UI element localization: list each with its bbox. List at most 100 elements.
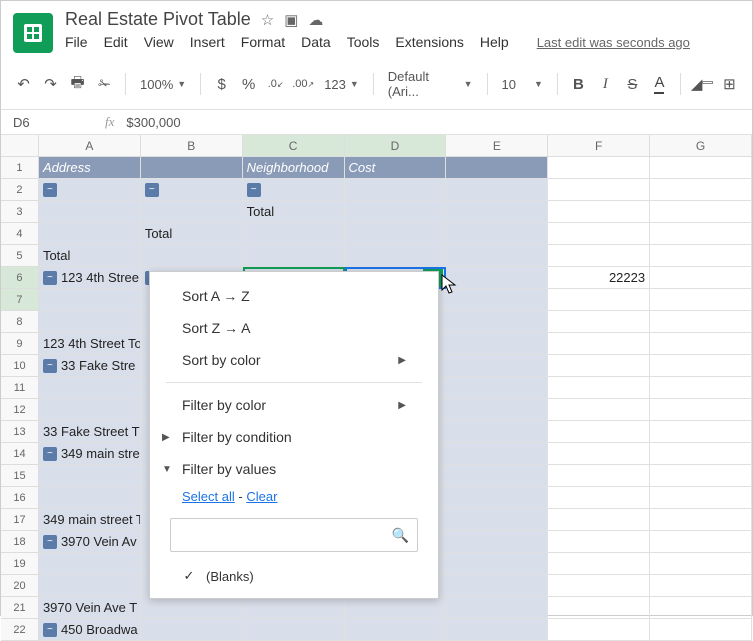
cloud-icon[interactable]: ☁ [308,11,323,29]
menu-tools[interactable]: Tools [347,34,380,50]
row-header-15[interactable]: 15 [1,465,39,487]
cell-C5[interactable] [243,245,345,267]
cell-E17[interactable] [446,509,548,531]
filter-search-input[interactable] [179,528,392,543]
sort-za-item[interactable]: Sort Z → A [150,312,438,344]
cell-A13[interactable]: 33 Fake Street T [39,421,141,443]
cell-A4[interactable] [39,223,141,245]
collapse-button[interactable]: − [145,183,159,197]
collapse-button[interactable]: − [43,271,57,285]
cell-F1[interactable] [548,157,650,179]
row-header-22[interactable]: 22 [1,619,39,641]
row-header-20[interactable]: 20 [1,575,39,597]
format-currency-button[interactable]: $ [211,73,232,95]
cell-F11[interactable] [548,377,650,399]
row-header-18[interactable]: 18 [1,531,39,553]
cell-A9[interactable]: 123 4th Street To [39,333,141,355]
cell-G9[interactable] [650,333,752,355]
formula-bar[interactable]: $300,000 [126,115,180,130]
cell-G10[interactable] [650,355,752,377]
font-select[interactable]: Default (Ari...▼ [384,67,477,101]
cell-F3[interactable] [548,201,650,223]
font-size-select[interactable]: 10▼ [498,75,547,94]
col-header-G[interactable]: G [650,135,752,157]
cell-G4[interactable] [650,223,752,245]
menu-file[interactable]: File [65,34,88,50]
cell-C3[interactable]: Total [243,201,345,223]
row-header-19[interactable]: 19 [1,553,39,575]
row-header-7[interactable]: 7 [1,289,39,311]
menu-format[interactable]: Format [241,34,285,50]
cell-E10[interactable] [446,355,548,377]
collapse-button[interactable]: − [43,183,57,197]
cell-E7[interactable] [446,289,548,311]
cell-A14[interactable]: −349 main stre [39,443,141,465]
cell-F15[interactable] [548,465,650,487]
row-header-16[interactable]: 16 [1,487,39,509]
menu-edit[interactable]: Edit [104,34,128,50]
cell-F13[interactable] [548,421,650,443]
cell-F19[interactable] [548,553,650,575]
row-header-3[interactable]: 3 [1,201,39,223]
more-formats-button[interactable]: 123▼ [320,75,363,94]
cell-E3[interactable] [446,201,548,223]
col-header-C[interactable]: C [243,135,345,157]
cell-A1[interactable]: Address [39,157,141,179]
row-header-11[interactable]: 11 [1,377,39,399]
star-icon[interactable]: ☆ [261,11,274,29]
cell-C2[interactable]: − [243,179,345,201]
cell-E22[interactable] [446,619,548,641]
cell-E11[interactable] [446,377,548,399]
cell-G2[interactable] [650,179,752,201]
sort-by-color-item[interactable]: Sort by color▶ [150,344,438,376]
row-header-14[interactable]: 14 [1,443,39,465]
cell-A3[interactable] [39,201,141,223]
cell-B5[interactable] [141,245,243,267]
cell-G16[interactable] [650,487,752,509]
cell-A2[interactable]: − [39,179,141,201]
collapse-button[interactable]: − [43,359,57,373]
row-header-17[interactable]: 17 [1,509,39,531]
cell-F10[interactable] [548,355,650,377]
cell-G18[interactable] [650,531,752,553]
cell-G20[interactable] [650,575,752,597]
col-header-E[interactable]: E [446,135,548,157]
cell-E16[interactable] [446,487,548,509]
collapse-button[interactable]: − [247,183,261,197]
cell-G6[interactable] [650,267,752,289]
cell-B3[interactable] [141,201,243,223]
cell-B22[interactable] [141,619,243,641]
row-header-13[interactable]: 13 [1,421,39,443]
cell-A10[interactable]: −33 Fake Stre [39,355,141,377]
cell-C22[interactable] [243,619,345,641]
row-header-4[interactable]: 4 [1,223,39,245]
cell-D1[interactable]: Cost [345,157,447,179]
name-box[interactable]: D6 [13,115,93,130]
collapse-button[interactable]: − [43,447,57,461]
cell-A11[interactable] [39,377,141,399]
cell-C4[interactable] [243,223,345,245]
cell-E2[interactable] [446,179,548,201]
cell-E1[interactable] [446,157,548,179]
collapse-button[interactable]: − [43,535,57,549]
cell-A19[interactable] [39,553,141,575]
cell-A20[interactable] [39,575,141,597]
menu-view[interactable]: View [144,34,174,50]
row-header-5[interactable]: 5 [1,245,39,267]
menu-insert[interactable]: Insert [190,34,225,50]
cell-E9[interactable] [446,333,548,355]
select-all-link[interactable]: Select all [182,489,235,504]
cell-F2[interactable] [548,179,650,201]
menu-data[interactable]: Data [301,34,331,50]
menu-extensions[interactable]: Extensions [395,34,463,50]
cell-E13[interactable] [446,421,548,443]
row-header-1[interactable]: 1 [1,157,39,179]
col-header-B[interactable]: B [141,135,243,157]
format-percent-button[interactable]: % [238,73,259,95]
row-header-10[interactable]: 10 [1,355,39,377]
cell-A12[interactable] [39,399,141,421]
cell-F16[interactable] [548,487,650,509]
zoom-select[interactable]: 100%▼ [136,75,190,94]
bold-button[interactable]: B [568,73,589,95]
cell-G1[interactable] [650,157,752,179]
